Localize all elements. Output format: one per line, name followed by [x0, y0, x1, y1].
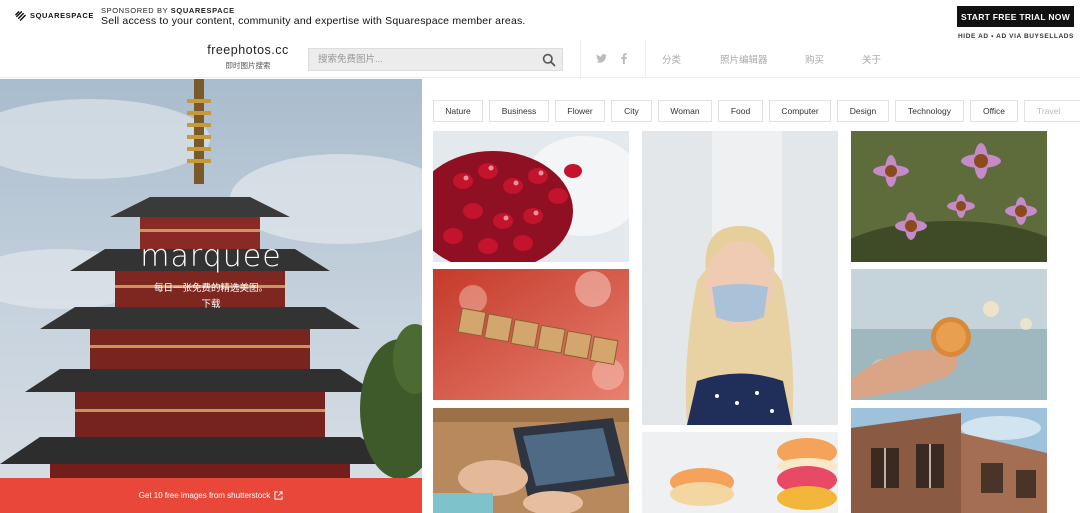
category-travel[interactable]: Travel — [1024, 100, 1080, 122]
hero-subtitle: 每日一张免费的精选美图。 — [153, 283, 268, 294]
photo-laptop-on-desk[interactable] — [433, 408, 629, 513]
nav-buy[interactable]: 购买 — [805, 52, 824, 66]
site-tagline: 即时图片搜索 — [225, 61, 271, 70]
sponsor-name: SQUARESPACE — [170, 6, 235, 15]
category-food[interactable]: Food — [718, 100, 763, 122]
category-design[interactable]: Design — [837, 100, 889, 122]
squarespace-logo-text: SQUARESPACE — [30, 11, 94, 20]
nav-photo-editor[interactable]: 照片编辑器 — [720, 52, 768, 66]
photo-old-building[interactable] — [851, 408, 1047, 513]
photo-pomegranate-seeds[interactable] — [433, 131, 629, 262]
twitter-icon[interactable] — [592, 40, 610, 77]
sponsor-prefix: SPONSORED BY — [101, 6, 169, 15]
category-business[interactable]: Business — [489, 100, 549, 122]
shutterstock-text: Get 10 free images from shutterstock — [138, 491, 271, 500]
start-free-trial-button[interactable]: START FREE TRIAL NOW — [957, 6, 1074, 27]
category-office[interactable]: Office — [970, 100, 1018, 122]
nav-divider — [645, 40, 646, 77]
photo-purple-coneflowers[interactable] — [851, 131, 1047, 262]
hero-download-link[interactable]: 下载 — [0, 296, 422, 310]
nav-categories[interactable]: 分类 — [662, 52, 681, 66]
search-box — [308, 48, 563, 71]
photo-bitcoin-in-hand[interactable] — [851, 269, 1047, 400]
squarespace-logo[interactable]: SQUARESPACE — [15, 10, 94, 21]
category-woman[interactable]: Woman — [658, 100, 712, 122]
search-icon[interactable] — [542, 53, 556, 67]
category-city[interactable]: City — [611, 100, 652, 122]
nav-about[interactable]: 关于 — [862, 52, 881, 66]
hide-ad-link[interactable]: HIDE AD • AD VIA BUYSELLADS — [958, 33, 1074, 40]
photo-woman-face-mask[interactable] — [642, 131, 838, 425]
category-computer[interactable]: Computer — [769, 100, 831, 122]
shutterstock-banner[interactable]: Get 10 free images from shutterstock — [0, 478, 422, 513]
photo-macarons[interactable] — [642, 432, 838, 513]
hero-title: marquee — [140, 239, 282, 274]
site-logo[interactable]: freephotos.cc 即时图片搜索 — [196, 43, 300, 71]
nav-divider — [580, 40, 581, 77]
squarespace-logo-icon — [15, 11, 26, 21]
facebook-icon[interactable] — [617, 40, 631, 77]
search-input[interactable] — [309, 49, 534, 70]
hero-section[interactable]: marquee 每日一张免费的精选美图。 下载 Get 10 free imag… — [0, 79, 422, 513]
category-flower[interactable]: Flower — [555, 100, 605, 122]
external-link-icon — [274, 491, 283, 500]
site-header: freephotos.cc 即时图片搜索 分类 照片编辑器 购买 关于 — [0, 40, 1080, 78]
photo-dating-letter-tiles[interactable] — [433, 269, 629, 400]
ad-message[interactable]: Sell access to your content, community a… — [101, 15, 526, 27]
site-name: freephotos.cc — [207, 43, 289, 57]
category-nature[interactable]: Nature — [433, 100, 483, 122]
ad-sponsor-line: SPONSORED BY SQUARESPACE — [101, 6, 235, 15]
ad-banner: SQUARESPACE SPONSORED BY SQUARESPACE Sel… — [0, 0, 1080, 40]
category-technology[interactable]: Technology — [895, 100, 964, 122]
